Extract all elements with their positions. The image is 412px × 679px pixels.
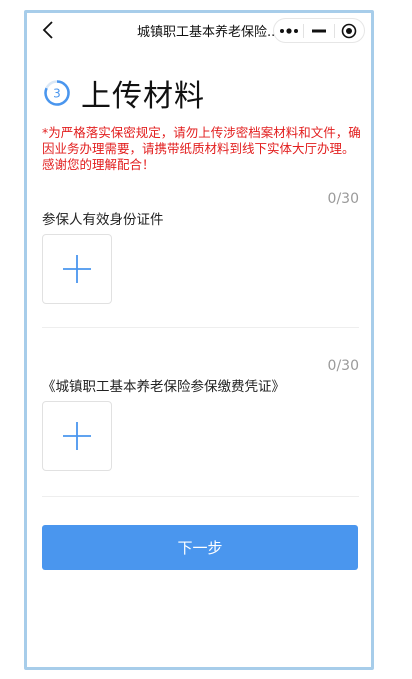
page-heading: 3 上传材料	[43, 71, 205, 115]
step-indicator: 3	[44, 80, 70, 106]
more-button[interactable]	[274, 19, 303, 42]
section-label: 参保人有效身份证件	[42, 212, 164, 228]
mini-program-capsule	[273, 18, 365, 43]
minimize-button[interactable]	[304, 19, 333, 42]
nav-bar: 城镇职工基本养老保险...	[27, 13, 371, 49]
step-number: 3	[53, 87, 61, 101]
section-label: 《城镇职工基本养老保险参保缴费凭证》	[42, 379, 285, 395]
close-target-icon	[342, 23, 357, 38]
plus-icon	[63, 255, 91, 283]
plus-icon	[63, 422, 91, 450]
upload-button[interactable]	[42, 401, 112, 471]
page-title: 上传材料	[81, 79, 205, 114]
close-button[interactable]	[335, 19, 364, 42]
back-arrow-icon	[42, 21, 53, 39]
minimize-icon	[311, 29, 326, 32]
phone-frame: 城镇职工基本养老保险... 3 上传材料 *为严格落实保密规定，请勿上传涉密档案…	[24, 10, 374, 670]
divider	[42, 327, 359, 328]
security-notice: *为严格落实保密规定，请勿上传涉密档案材料和文件，确因业务办理需要，请携带纸质材…	[42, 125, 361, 172]
next-step-button[interactable]: 下一步	[42, 525, 358, 570]
upload-button[interactable]	[42, 234, 112, 304]
upload-count: 0/30	[327, 358, 359, 374]
back-button[interactable]	[37, 18, 59, 42]
upload-section-payment-certificate: 0/30 《城镇职工基本养老保险参保缴费凭证》	[42, 358, 359, 508]
divider	[42, 496, 359, 497]
more-dots-icon	[279, 27, 298, 34]
upload-section-id-card: 0/30 参保人有效身份证件	[42, 191, 359, 341]
upload-count: 0/30	[327, 191, 359, 207]
nav-title: 城镇职工基本养老保险...	[137, 25, 280, 40]
